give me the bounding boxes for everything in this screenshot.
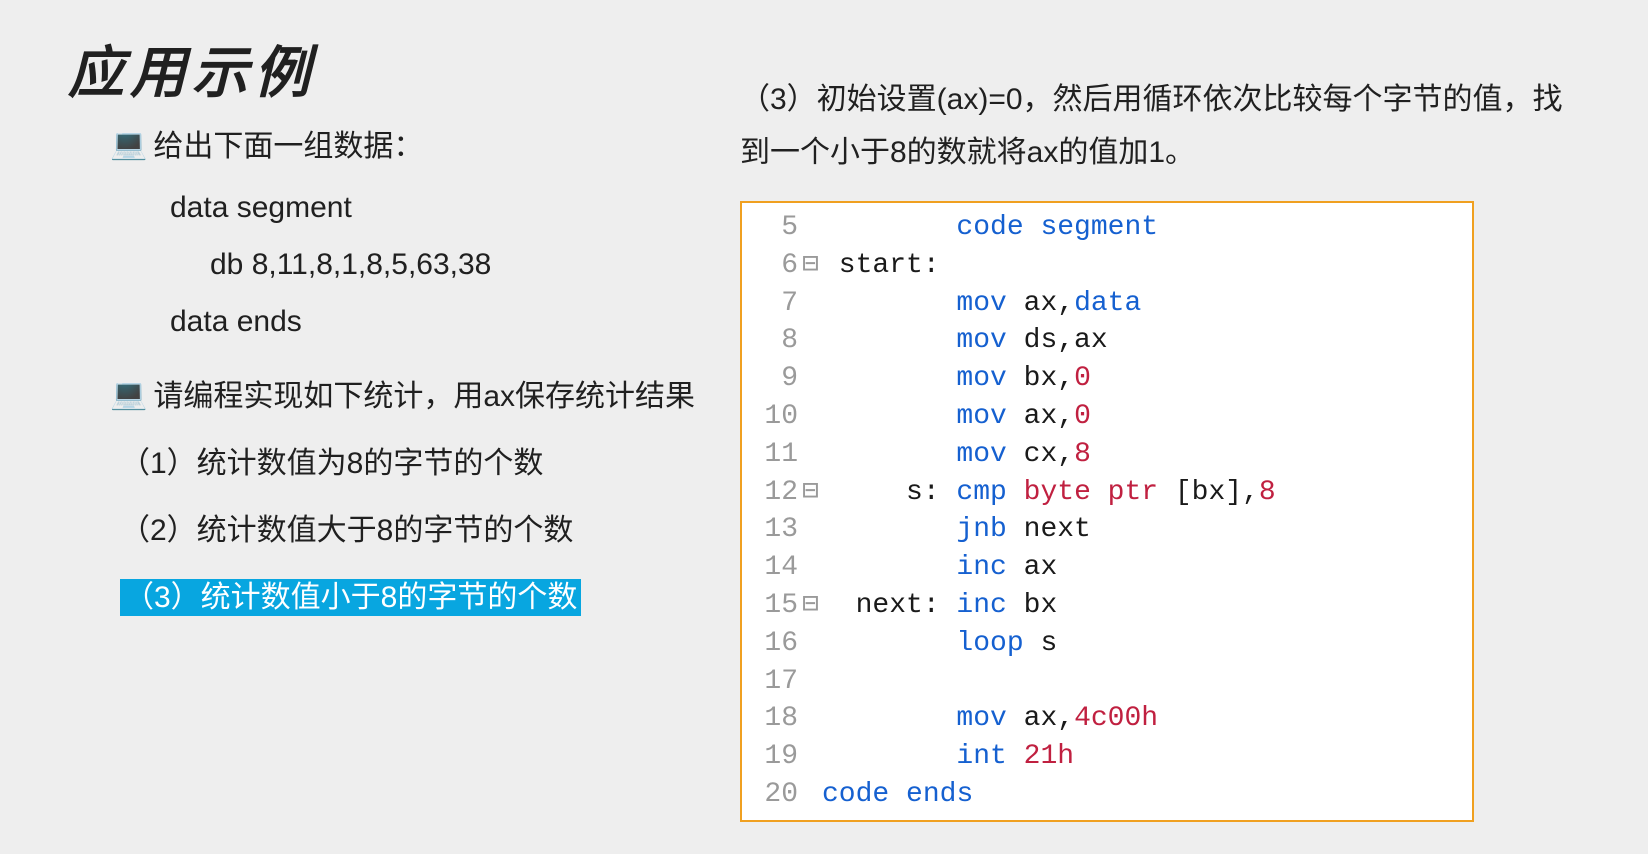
computer-icon: 💻 — [110, 366, 147, 423]
code-text: mov cx,8 — [822, 436, 1091, 474]
fold-marker-icon — [802, 738, 822, 776]
code-listing: 5 code segment6⊟ start: 7 mov ax,data8 m… — [740, 201, 1474, 822]
fold-marker-icon — [802, 322, 822, 360]
task-item-3: （3）统计数值小于8的字节的个数 — [120, 569, 730, 626]
code-text: next: inc bx — [822, 587, 1057, 625]
fold-marker-icon: ⊟ — [802, 474, 822, 512]
task-item-3-highlight: （3）统计数值小于8的字节的个数 — [120, 579, 581, 616]
fold-marker-icon — [802, 663, 822, 701]
db-line: db 8,11,8,1,8,5,63,38 — [210, 236, 730, 293]
code-line: 13 jnb next — [742, 511, 1472, 549]
task-item-2: （2）统计数值大于8的字节的个数 — [120, 502, 730, 559]
code-line: 10 mov ax,0 — [742, 398, 1472, 436]
code-line: 11 mov cx,8 — [742, 436, 1472, 474]
line-number: 12 — [742, 474, 802, 512]
code-text — [822, 663, 956, 701]
line-number: 20 — [742, 776, 802, 814]
fold-marker-icon — [802, 511, 822, 549]
fold-marker-icon — [802, 549, 822, 587]
task-intro-text: 请编程实现如下统计，用ax保存统计结果 — [153, 380, 695, 413]
fold-marker-icon — [802, 776, 822, 814]
code-line: 6⊟ start: — [742, 247, 1472, 285]
code-line: 18 mov ax,4c00h — [742, 700, 1472, 738]
line-number: 11 — [742, 436, 802, 474]
code-line: 7 mov ax,data — [742, 285, 1472, 323]
fold-marker-icon — [802, 398, 822, 436]
code-line: 20 code ends — [742, 776, 1472, 814]
line-number: 16 — [742, 625, 802, 663]
fold-marker-icon — [802, 625, 822, 663]
code-text: s: cmp byte ptr [bx],8 — [822, 474, 1276, 512]
intro-line: 💻给出下面一组数据： — [110, 118, 730, 175]
left-column: 💻给出下面一组数据： data segment db 8,11,8,1,8,5,… — [110, 118, 730, 626]
code-text: inc ax — [822, 549, 1057, 587]
explanation-text: （3）初始设置(ax)=0，然后用循环依次比较每个字节的值，找到一个小于8的数就… — [740, 74, 1580, 179]
line-number: 5 — [742, 209, 802, 247]
slide: 应用示例 💻给出下面一组数据： data segment db 8,11,8,1… — [0, 0, 1648, 854]
data-ends-line: data ends — [170, 293, 730, 350]
code-line: 12⊟ s: cmp byte ptr [bx],8 — [742, 474, 1472, 512]
computer-icon: 💻 — [110, 116, 147, 173]
intro-text: 给出下面一组数据： — [153, 130, 423, 163]
code-line: 8 mov ds,ax — [742, 322, 1472, 360]
task-intro-line: 💻请编程实现如下统计，用ax保存统计结果 — [110, 368, 730, 425]
code-text: mov bx,0 — [822, 360, 1091, 398]
code-text: mov ds,ax — [822, 322, 1108, 360]
code-line: 15⊟ next: inc bx — [742, 587, 1472, 625]
code-text: start: — [822, 247, 956, 285]
line-number: 14 — [742, 549, 802, 587]
code-line: 17 — [742, 663, 1472, 701]
fold-marker-icon — [802, 209, 822, 247]
line-number: 10 — [742, 398, 802, 436]
line-number: 6 — [742, 247, 802, 285]
line-number: 8 — [742, 322, 802, 360]
code-line: 9 mov bx,0 — [742, 360, 1472, 398]
line-number: 15 — [742, 587, 802, 625]
fold-marker-icon — [802, 360, 822, 398]
right-column: （3）初始设置(ax)=0，然后用循环依次比较每个字节的值，找到一个小于8的数就… — [740, 74, 1580, 822]
code-text: jnb next — [822, 511, 1091, 549]
line-number: 18 — [742, 700, 802, 738]
code-line: 19 int 21h — [742, 738, 1472, 776]
code-text: code segment — [822, 209, 1158, 247]
code-text: loop s — [822, 625, 1057, 663]
code-line: 5 code segment — [742, 209, 1472, 247]
code-line: 14 inc ax — [742, 549, 1472, 587]
code-text: mov ax,data — [822, 285, 1141, 323]
code-text: int 21h — [822, 738, 1074, 776]
fold-marker-icon: ⊟ — [802, 587, 822, 625]
data-segment-line: data segment — [170, 179, 730, 236]
fold-marker-icon: ⊟ — [802, 247, 822, 285]
code-text: mov ax,4c00h — [822, 700, 1158, 738]
line-number: 17 — [742, 663, 802, 701]
code-text: code ends — [822, 776, 973, 814]
code-text: mov ax,0 — [822, 398, 1091, 436]
code-line: 16 loop s — [742, 625, 1472, 663]
fold-marker-icon — [802, 436, 822, 474]
task-item-1: （1）统计数值为8的字节的个数 — [120, 435, 730, 492]
fold-marker-icon — [802, 700, 822, 738]
line-number: 13 — [742, 511, 802, 549]
line-number: 19 — [742, 738, 802, 776]
line-number: 9 — [742, 360, 802, 398]
slide-title: 应用示例 — [68, 28, 316, 109]
fold-marker-icon — [802, 285, 822, 323]
line-number: 7 — [742, 285, 802, 323]
